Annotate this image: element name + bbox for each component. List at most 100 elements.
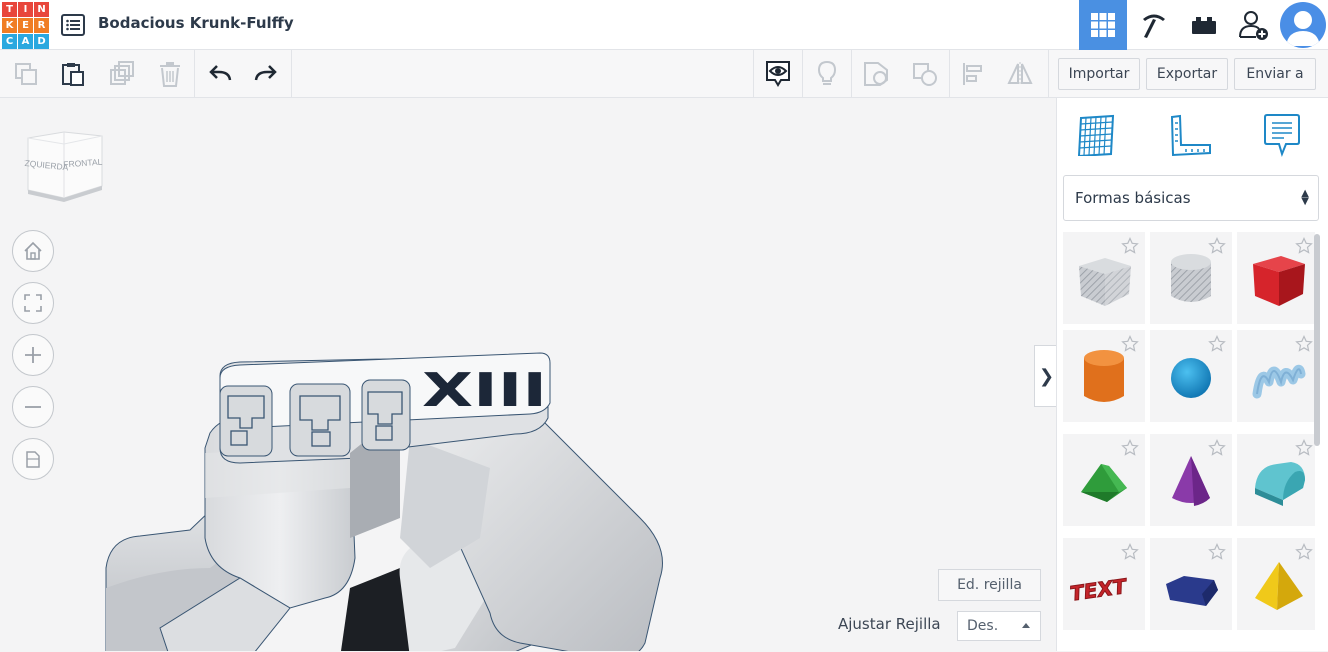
send-to-button[interactable]: Enviar a bbox=[1234, 58, 1316, 90]
chevron-right-icon: ❯ bbox=[1038, 365, 1055, 387]
favorite-star-icon[interactable] bbox=[1121, 543, 1139, 561]
duplicate-icon bbox=[110, 61, 134, 85]
shape-sphere[interactable] bbox=[1150, 330, 1232, 422]
favorite-star-icon[interactable] bbox=[1295, 543, 1313, 561]
text-shape-label: TEXT bbox=[1070, 574, 1127, 606]
favorite-star-icon[interactable] bbox=[1208, 237, 1226, 255]
logo-letter: R bbox=[34, 18, 49, 33]
tinkercad-logo[interactable]: T I N K E R C A D bbox=[2, 2, 49, 49]
snap-grid-select[interactable]: Des. bbox=[957, 611, 1041, 641]
tab-workplane[interactable] bbox=[1073, 112, 1119, 158]
import-button[interactable]: Importar bbox=[1058, 58, 1140, 90]
collapse-panel-button[interactable]: ❯ bbox=[1034, 345, 1058, 407]
workplane[interactable]: IZQUIERDA FRONTAL XIII Ed. rejilla Ajust… bbox=[0, 98, 1056, 651]
shape-cone[interactable] bbox=[1150, 434, 1232, 526]
align-button[interactable] bbox=[957, 58, 989, 90]
plus-icon bbox=[25, 347, 41, 363]
snap-grid-value: Des. bbox=[967, 618, 999, 634]
grid-3d-icon bbox=[1091, 13, 1115, 37]
shapes-panel: Formas básicas ▲ ▼ TEXT bbox=[1056, 98, 1328, 651]
view-cube[interactable]: IZQUIERDA FRONTAL bbox=[22, 128, 106, 206]
snap-grid-label: Ajustar Rejilla bbox=[838, 615, 941, 633]
export-button[interactable]: Exportar bbox=[1146, 58, 1228, 90]
redo-button[interactable] bbox=[250, 58, 282, 90]
paste-icon bbox=[62, 63, 84, 86]
shape-cylinder[interactable] bbox=[1063, 330, 1145, 422]
perspective-toggle-button[interactable] bbox=[12, 438, 54, 480]
shape-scribble[interactable] bbox=[1237, 330, 1315, 422]
redo-icon bbox=[254, 65, 277, 81]
shape-box-hole[interactable] bbox=[1063, 232, 1145, 324]
mirror-button[interactable] bbox=[1004, 58, 1036, 90]
favorite-star-icon[interactable] bbox=[1295, 237, 1313, 255]
shape-category-value: Formas básicas bbox=[1075, 189, 1191, 207]
align-icon bbox=[963, 63, 982, 85]
fit-view-icon bbox=[24, 294, 42, 312]
design-title[interactable]: Bodacious Krunk-Fulffy bbox=[98, 14, 294, 32]
favorite-star-icon[interactable] bbox=[1121, 335, 1139, 353]
home-icon bbox=[24, 241, 42, 260]
copy-button[interactable] bbox=[10, 58, 42, 90]
bricks-icon bbox=[1192, 17, 1216, 34]
shape-pyramid[interactable] bbox=[1237, 538, 1315, 630]
3d-design-button[interactable] bbox=[1079, 0, 1127, 50]
model-belt-text: XIII bbox=[422, 363, 547, 417]
home-view-button[interactable] bbox=[12, 230, 54, 272]
logo-letter: E bbox=[18, 18, 33, 33]
shape-roof[interactable] bbox=[1063, 434, 1145, 526]
undo-icon bbox=[209, 65, 232, 81]
notes-button[interactable] bbox=[811, 58, 843, 90]
workplane-grid-icon bbox=[1077, 114, 1115, 156]
shape-text[interactable]: TEXT bbox=[1063, 538, 1145, 630]
3d-model[interactable]: XIII bbox=[100, 238, 680, 651]
favorite-star-icon[interactable] bbox=[1295, 439, 1313, 457]
tab-ruler[interactable] bbox=[1167, 112, 1213, 158]
design-list-button[interactable] bbox=[60, 12, 86, 38]
shape-round-roof[interactable] bbox=[1237, 434, 1315, 526]
undo-button[interactable] bbox=[204, 58, 236, 90]
logo-letter: T bbox=[2, 2, 17, 17]
mirror-icon bbox=[1007, 62, 1033, 86]
logo-letter: N bbox=[34, 2, 49, 17]
zoom-in-button[interactable] bbox=[12, 334, 54, 376]
trash-icon bbox=[160, 62, 180, 87]
favorite-star-icon[interactable] bbox=[1208, 439, 1226, 457]
shape-polygon[interactable] bbox=[1150, 538, 1232, 630]
caret-up-icon bbox=[1022, 623, 1030, 628]
avatar[interactable] bbox=[1280, 2, 1326, 48]
favorite-star-icon[interactable] bbox=[1208, 543, 1226, 561]
perspective-icon bbox=[26, 451, 40, 468]
shapes-scrollbar[interactable] bbox=[1314, 234, 1320, 446]
logo-letter: K bbox=[2, 18, 17, 33]
zoom-out-button[interactable] bbox=[12, 386, 54, 428]
group-button[interactable] bbox=[860, 58, 892, 90]
invite-user-button[interactable] bbox=[1230, 0, 1278, 50]
logo-letter: I bbox=[18, 2, 33, 17]
list-icon bbox=[61, 14, 85, 36]
shape-cylinder-hole[interactable] bbox=[1150, 232, 1232, 324]
add-user-icon bbox=[1239, 11, 1268, 40]
show-all-button[interactable] bbox=[762, 58, 794, 90]
favorite-star-icon[interactable] bbox=[1295, 335, 1313, 353]
duplicate-button[interactable] bbox=[106, 58, 138, 90]
shape-library: TEXT bbox=[1063, 232, 1315, 652]
edit-grid-button[interactable]: Ed. rejilla bbox=[938, 569, 1041, 601]
ruler-icon bbox=[1170, 114, 1211, 157]
paste-button[interactable] bbox=[57, 58, 89, 90]
top-bar: T I N K E R C A D Bodacious Krunk-Fulffy bbox=[0, 0, 1328, 50]
ungroup-button[interactable] bbox=[909, 58, 941, 90]
logo-letter: A bbox=[18, 34, 33, 49]
tab-notes[interactable] bbox=[1259, 112, 1305, 158]
bricks-button[interactable] bbox=[1180, 0, 1228, 50]
shape-box[interactable] bbox=[1237, 232, 1315, 324]
user-avatar-icon bbox=[1286, 11, 1320, 46]
blocks-button[interactable] bbox=[1130, 0, 1178, 50]
favorite-star-icon[interactable] bbox=[1208, 335, 1226, 353]
eye-icon bbox=[766, 61, 790, 87]
select-caret-icon: ▲ ▼ bbox=[1301, 188, 1309, 207]
favorite-star-icon[interactable] bbox=[1121, 439, 1139, 457]
delete-button[interactable] bbox=[154, 58, 186, 90]
favorite-star-icon[interactable] bbox=[1121, 237, 1139, 255]
shape-category-select[interactable]: Formas básicas ▲ ▼ bbox=[1063, 175, 1319, 221]
fit-view-button[interactable] bbox=[12, 282, 54, 324]
